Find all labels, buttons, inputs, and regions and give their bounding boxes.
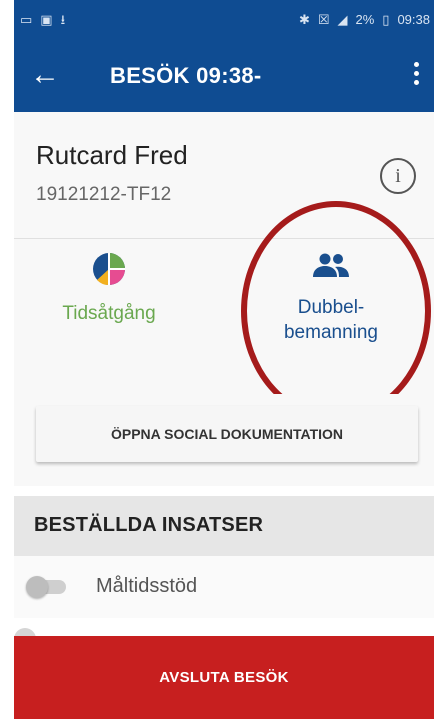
calendar-icon: ▣ [40, 12, 53, 27]
open-social-documentation-button[interactable]: ÖPPNA SOCIAL DOKUMENTATION [36, 406, 418, 462]
interventions-title: BESTÄLLDA INSATSER [34, 514, 264, 536]
patient-id: 19121212-TF12 [36, 184, 172, 205]
back-arrow-icon[interactable]: ← [30, 58, 60, 92]
status-right: ✱ ☒ ◢ 2% ▯ 09:38 [299, 12, 430, 28]
toggle-knob [26, 576, 48, 598]
message-icon: ▭ [20, 12, 33, 27]
battery-icon: ▯ [382, 12, 390, 27]
clock: 09:38 [397, 12, 430, 27]
time-spent-tile[interactable]: Tidsåtgång [14, 251, 204, 326]
battery-level: 2% [355, 12, 375, 27]
app-bar: ← BESÖK 09:38- [14, 42, 434, 112]
intervention-row: Måltidsstöd [14, 556, 434, 618]
info-icon[interactable]: i [380, 158, 416, 194]
page-title: BESÖK 09:38- [110, 63, 262, 88]
highlight-circle [241, 201, 431, 421]
intervention-toggle[interactable] [26, 576, 66, 598]
status-bar: ▭ ▣ ⭳ ✱ ☒ ◢ 2% ▯ 09:38 [14, 0, 434, 42]
pie-chart-icon [93, 253, 125, 286]
bluetooth-icon: ✱ [298, 12, 310, 27]
download-icon: ⭳ [60, 12, 66, 27]
doc-section: ÖPPNA SOCIAL DOKUMENTATION [14, 394, 434, 486]
intervention-label: Måltidsstöd [96, 575, 198, 597]
end-visit-button[interactable]: AVSLUTA BESÖK [14, 636, 434, 719]
interventions-header: BESTÄLLDA INSATSER [14, 496, 434, 556]
patient-name: Rutcard Fred [36, 140, 188, 170]
status-left: ▭ ▣ ⭳ [20, 12, 65, 28]
signal-icon: ◢ [337, 12, 348, 27]
overflow-menu-icon[interactable] [408, 59, 424, 93]
mute-icon: ☒ [317, 12, 330, 27]
time-spent-label: Tidsåtgång [62, 303, 156, 324]
